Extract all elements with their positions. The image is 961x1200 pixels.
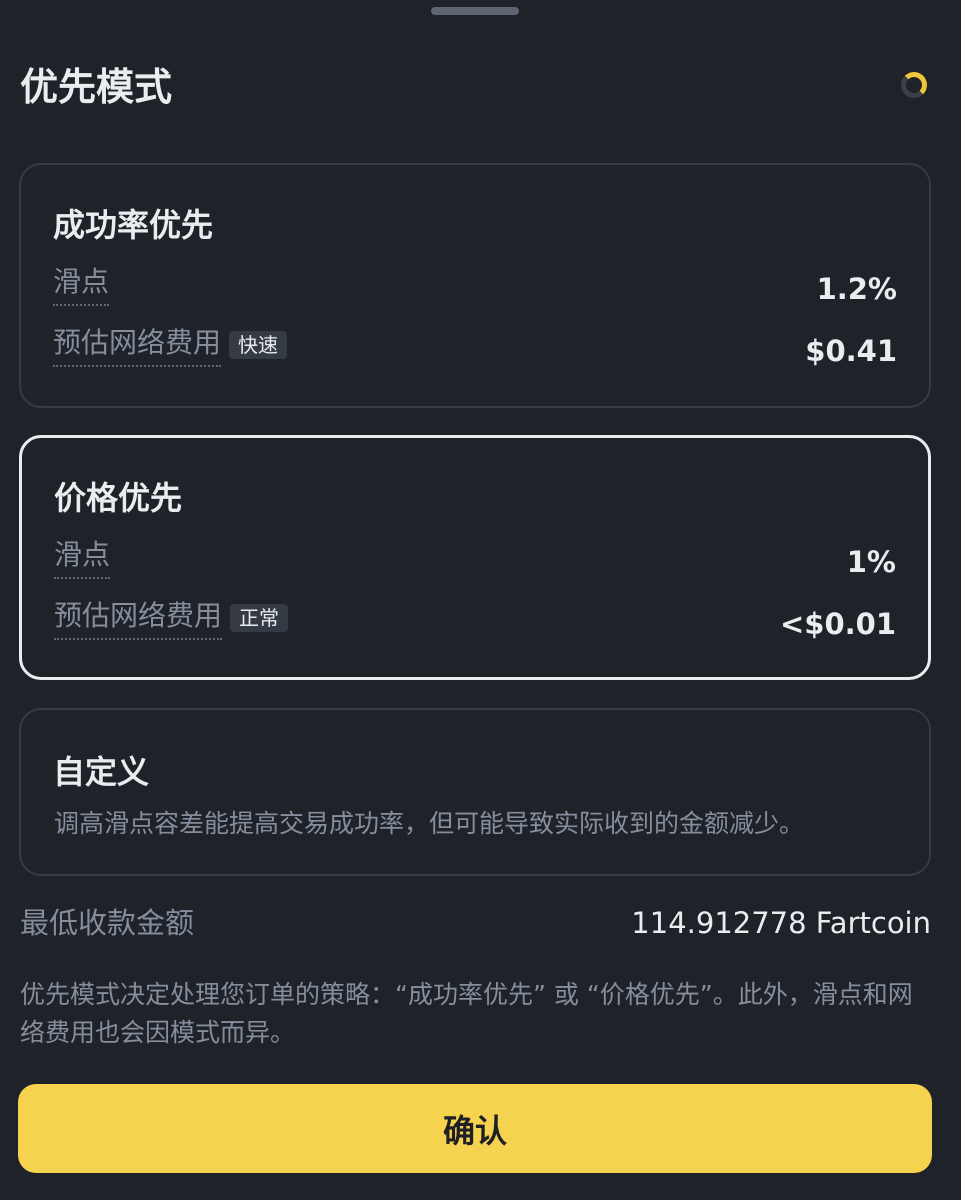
network-fee-label: 预估网络费用 快速 — [53, 323, 288, 367]
option-title: 成功率优先 — [53, 206, 214, 244]
network-fee-value: $0.41 — [805, 334, 897, 368]
slippage-label: 滑点 — [53, 262, 110, 306]
slippage-label-text: 滑点 — [54, 535, 111, 579]
confirm-button[interactable]: 确认 — [18, 1084, 932, 1173]
priority-mode-note: 优先模式决定处理您订单的策略：“成功率优先” 或 “价格优先”。此外，滑点和网络… — [20, 980, 913, 1047]
custom-description: 调高滑点容差能提高交易成功率，但可能导致实际收到的金额减少。 — [54, 809, 805, 838]
option-title: 价格优先 — [54, 479, 183, 517]
minimum-received-value: 114.912778 Fartcoin — [631, 906, 931, 940]
slippage-label-text: 滑点 — [53, 262, 110, 306]
priority-mode-sheet: 优先模式 成功率优先 滑点 1.2% 预估网络费用 快速 $0.41 价格优先 … — [0, 0, 961, 1200]
fee-speed-badge: 快速 — [229, 331, 288, 359]
network-fee-label-text: 预估网络费用 — [54, 596, 223, 640]
network-fee-value: <$0.01 — [779, 607, 896, 641]
slippage-label: 滑点 — [54, 535, 111, 579]
network-fee-label: 预估网络费用 正常 — [54, 596, 289, 640]
loading-spinner-icon — [901, 72, 927, 98]
option-success-priority[interactable]: 成功率优先 滑点 1.2% 预估网络费用 快速 $0.41 — [19, 163, 931, 408]
slippage-value: 1% — [846, 545, 896, 579]
slippage-value: 1.2% — [816, 272, 897, 306]
option-custom[interactable]: 自定义 调高滑点容差能提高交易成功率，但可能导致实际收到的金额减少。 — [19, 708, 931, 876]
page-title: 优先模式 — [20, 65, 173, 109]
option-title: 自定义 — [53, 753, 150, 791]
minimum-received-label: 最低收款金额 — [20, 906, 195, 940]
network-fee-label-text: 预估网络费用 — [53, 323, 222, 367]
sheet-drag-handle[interactable] — [431, 7, 519, 15]
option-price-priority[interactable]: 价格优先 滑点 1% 预估网络费用 正常 <$0.01 — [19, 435, 931, 680]
fee-speed-badge: 正常 — [230, 604, 289, 632]
